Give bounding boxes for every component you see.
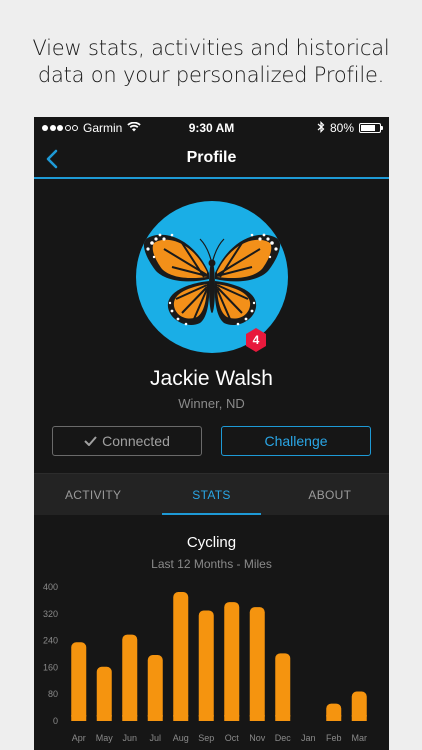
chart-bar[interactable]: [224, 602, 240, 721]
chart-bar-base: [249, 715, 265, 721]
chart-bar[interactable]: [173, 592, 189, 721]
carrier-name: Garmin: [83, 121, 123, 135]
x-tick-label: Jun: [122, 733, 137, 743]
battery-percent: 80%: [329, 121, 354, 135]
level-badge: 4: [244, 327, 268, 353]
tab-about-label: ABOUT: [308, 487, 352, 502]
connected-button-label: Connected: [102, 433, 170, 449]
x-tick-label: Jan: [301, 733, 316, 743]
chart-bar[interactable]: [198, 610, 214, 721]
chart-bar-base: [71, 715, 87, 721]
chart-bar-base: [198, 715, 214, 721]
x-tick-label: Apr: [72, 733, 86, 743]
chart-bar-base: [122, 715, 138, 721]
y-tick-label: 240: [43, 636, 58, 646]
connected-button[interactable]: Connected: [52, 426, 202, 456]
x-tick-label: Sep: [198, 733, 214, 743]
challenge-button[interactable]: Challenge: [221, 426, 371, 456]
tab-about[interactable]: ABOUT: [271, 474, 389, 515]
x-tick-label: Oct: [225, 733, 240, 743]
chart-bar[interactable]: [96, 666, 112, 721]
chart-bar[interactable]: [71, 642, 87, 721]
status-right: 80%: [317, 120, 383, 136]
x-tick-label: Mar: [352, 733, 368, 743]
x-tick-label: Nov: [249, 733, 266, 743]
chart-bar[interactable]: [122, 634, 138, 721]
y-tick-label: 160: [43, 662, 58, 672]
chart-bar-base: [173, 715, 189, 721]
promo-caption-line-2: data on your personalized Profile.: [37, 63, 385, 87]
y-tick-label: 0: [53, 716, 58, 726]
page-title: Profile: [186, 149, 237, 166]
chart-bar-base: [275, 715, 291, 721]
chart-title: Cycling: [186, 534, 237, 551]
x-tick-label: Feb: [326, 733, 342, 743]
x-tick-label: Jul: [149, 733, 161, 743]
chevron-left-icon[interactable]: [40, 147, 64, 171]
chart-bar-base: [224, 715, 240, 721]
chart-bar-base: [326, 715, 342, 721]
chart-bar-base: [147, 715, 163, 721]
x-tick-label: Dec: [275, 733, 292, 743]
status-left: Garmin: [42, 121, 142, 135]
avatar[interactable]: 4: [136, 201, 288, 353]
challenge-button-label: Challenge: [264, 433, 328, 449]
profile-location: Winner, ND: [178, 396, 245, 411]
chart-bar[interactable]: [275, 653, 291, 721]
status-bar: Garmin 9:30 AM 80%: [34, 117, 389, 139]
promo-caption: View stats, activities and historical da…: [0, 35, 422, 89]
tab-activity-label: ACTIVITY: [64, 487, 122, 502]
wifi-icon: [127, 121, 142, 135]
cycling-bar-chart: 0 80 160 240 320 400 Apr May Jun Jul Aug Sep Oct Nov D…: [43, 582, 368, 743]
chart-bar-base: [351, 715, 367, 721]
x-tick-label: May: [96, 733, 114, 743]
chart-subtitle: Last 12 Months - Miles: [151, 557, 272, 571]
profile-name: Jackie Walsh: [150, 367, 273, 390]
tab-activity[interactable]: ACTIVITY: [34, 474, 152, 515]
y-tick-label: 80: [48, 689, 58, 699]
y-tick-label: 320: [43, 609, 58, 619]
battery-icon: [359, 123, 383, 133]
battery-level: [361, 125, 376, 131]
chart-bar-base: [96, 715, 112, 721]
signal-strength-icon: [42, 125, 78, 131]
phone-screen: Garmin 9:30 AM 80% Profile 4 Jackie Wals…: [34, 117, 389, 750]
level-badge-number: 4: [252, 333, 260, 347]
y-tick-label: 400: [43, 582, 58, 592]
checkmark-icon: [84, 433, 97, 449]
promo-caption-line-1: View stats, activities and historical: [32, 36, 390, 60]
bluetooth-icon: [317, 120, 325, 136]
chart-bar[interactable]: [147, 655, 163, 721]
tab-stats-label: STATS: [192, 487, 231, 502]
navigation-bar: Profile: [34, 139, 389, 179]
tab-stats[interactable]: STATS: [152, 474, 270, 515]
chart-bar[interactable]: [249, 607, 265, 721]
x-tick-label: Aug: [173, 733, 189, 743]
profile-tabs: ACTIVITY STATS ABOUT: [34, 473, 389, 515]
